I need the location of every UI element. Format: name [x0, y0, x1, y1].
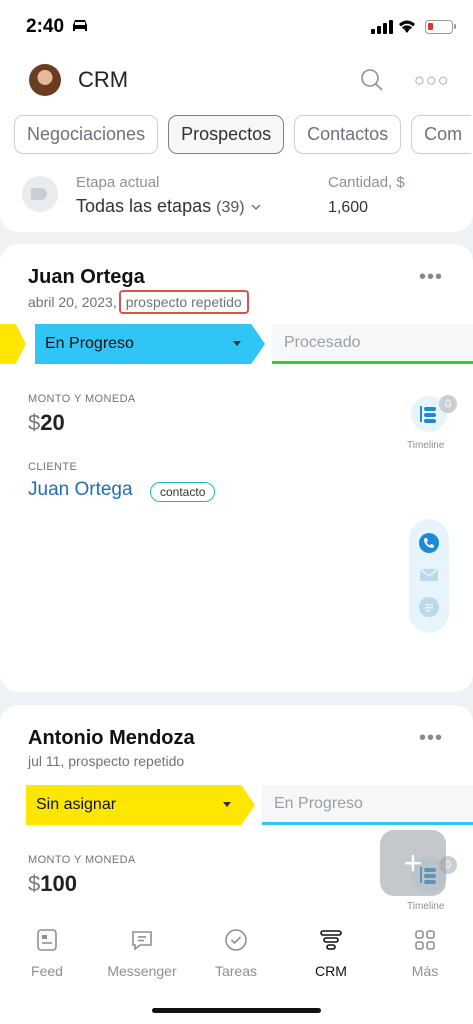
client-type-badge: contacto [150, 482, 216, 502]
lead-subtitle: abril 20, 2023, prospecto repetido [28, 290, 249, 314]
stage-filter-label: Etapa actual [76, 174, 160, 191]
repeated-lead-tag: prospecto repetido [118, 290, 249, 314]
stage-selector: En Progreso Procesado [0, 324, 473, 364]
next-stage-label: En Progreso [274, 794, 363, 812]
quantity-value: 1,600 [328, 199, 369, 216]
chevron-down-icon [233, 341, 241, 346]
avatar[interactable] [29, 64, 61, 96]
quantity-label: Cantidad, $ [328, 174, 405, 191]
next-stage[interactable]: En Progreso [262, 785, 473, 825]
chevron-down-icon [251, 204, 261, 211]
tasks-icon [225, 929, 247, 951]
clock: 2:40 [26, 16, 65, 37]
lead-card[interactable]: Juan Ortega abril 20, 2023, prospecto rep… [0, 244, 473, 692]
currency-symbol: $ [28, 871, 41, 896]
nav-tareas[interactable]: Tareas [196, 928, 276, 979]
phone-icon[interactable] [419, 533, 439, 553]
stage-filter-value: Todas las etapas [76, 196, 212, 216]
communication-panel [409, 519, 449, 633]
tab-negociaciones[interactable]: Negociaciones [14, 115, 159, 154]
nav-tareas-label: Tareas [214, 963, 258, 979]
next-stage-label: Procesado [284, 333, 361, 351]
client-link[interactable]: Juan Ortega [28, 479, 133, 501]
current-stage-label: En Progreso [45, 335, 134, 352]
client-label: CLIENTE [28, 461, 78, 473]
crm-header: CRM ○○○ Negociaciones Prospectos Contact… [0, 56, 473, 232]
next-stage[interactable]: Procesado [272, 324, 473, 364]
stage-filter-icon [22, 176, 58, 212]
add-button[interactable]: + [380, 830, 446, 896]
stage-filter-count: (39) [216, 199, 245, 216]
current-stage-label: Sin asignar [36, 796, 117, 813]
nav-crm-label: CRM [315, 963, 347, 979]
nav-messenger[interactable]: Messenger [102, 928, 182, 979]
tab-prospectos[interactable]: Prospectos [168, 115, 285, 154]
previous-stage-marker [0, 324, 26, 364]
lead-subtitle: jul 11, prospecto repetido [28, 753, 185, 769]
timeline-label: Timeline [407, 901, 445, 912]
amount-number: 100 [40, 871, 77, 896]
card-menu-icon[interactable]: ••• [419, 266, 443, 289]
nav-mas-label: Más [411, 963, 439, 979]
grid-icon [415, 930, 435, 950]
crm-funnel-icon [320, 930, 342, 950]
amount-value: $100 [28, 871, 77, 897]
current-stage-dropdown[interactable]: En Progreso [35, 324, 265, 364]
amount-label: MONTO Y MONEDA [28, 854, 136, 866]
status-bar: 2:40 [0, 0, 473, 56]
nav-crm[interactable]: CRM [291, 928, 371, 979]
cellular-signal-icon [371, 20, 393, 34]
lead-name[interactable]: Antonio Mendoza [28, 727, 195, 750]
wifi-icon [399, 20, 415, 33]
tab-contactos[interactable]: Contactos [294, 115, 402, 154]
tab-bar: Negociaciones Prospectos Contactos Com [14, 115, 472, 154]
card-menu-icon[interactable]: ••• [419, 727, 443, 750]
timeline-label: Timeline [407, 440, 445, 451]
page-title: CRM [78, 67, 129, 92]
nav-feed[interactable]: Feed [7, 928, 87, 979]
nav-feed-label: Feed [31, 963, 63, 979]
stage-selector: Sin asignar En Progreso [0, 785, 473, 825]
chevron-down-icon [223, 802, 231, 807]
battery-icon [425, 20, 456, 34]
messenger-icon [132, 931, 152, 951]
home-indicator [152, 1008, 321, 1013]
car-icon [73, 20, 87, 31]
amount-label: MONTO Y MONEDA [28, 393, 136, 405]
lead-name[interactable]: Juan Ortega [28, 266, 145, 289]
amount-value: $20 [28, 410, 65, 436]
currency-symbol: $ [28, 410, 41, 435]
tab-companias[interactable]: Com [411, 115, 472, 154]
timeline-count: 0 [439, 395, 457, 413]
more-options-icon[interactable]: ○○○ [414, 70, 450, 91]
nav-mas[interactable]: Más [385, 928, 465, 979]
amount-number: 20 [40, 410, 65, 435]
email-icon[interactable] [419, 565, 439, 585]
stage-filter-dropdown[interactable]: Todas las etapas (39) [76, 196, 262, 217]
current-stage-dropdown[interactable]: Sin asignar [26, 785, 255, 825]
feed-icon [37, 929, 57, 951]
chat-icon[interactable] [419, 597, 439, 617]
search-icon[interactable] [360, 68, 384, 92]
lead-date: abril 20, 2023, [28, 294, 117, 310]
nav-messenger-label: Messenger [107, 963, 177, 979]
